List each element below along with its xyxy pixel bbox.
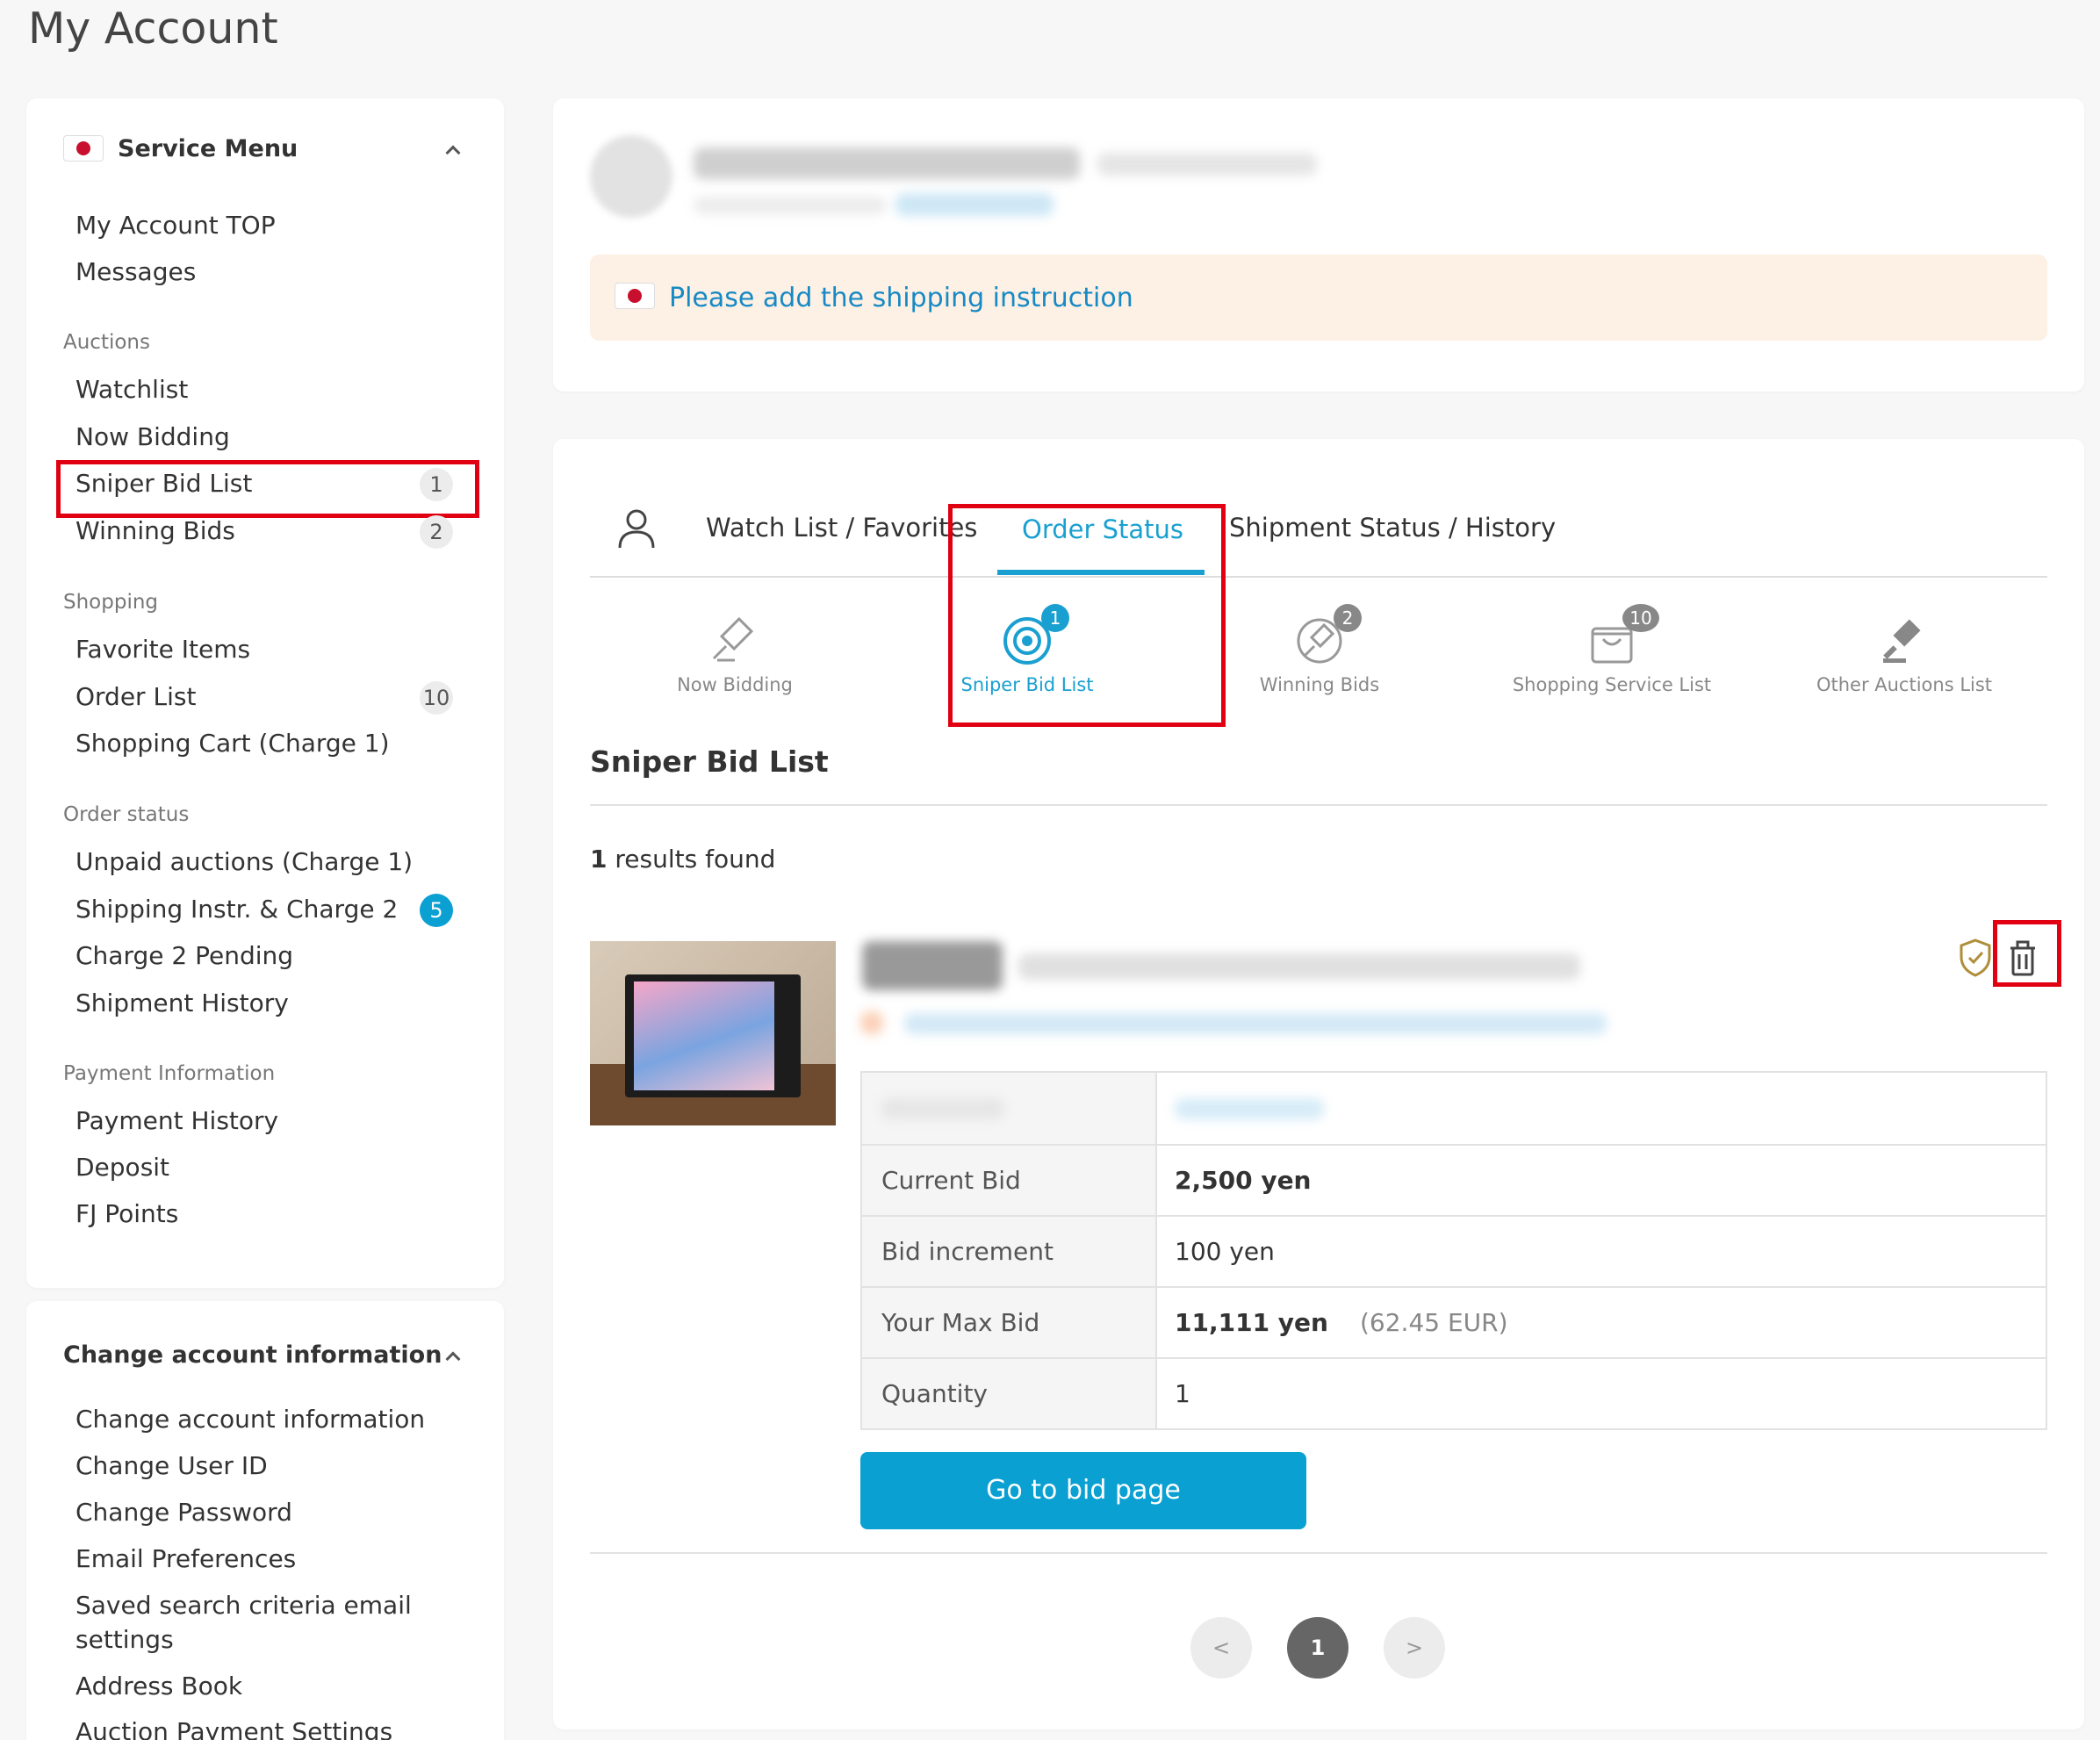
subtab-now-bidding[interactable]: Now Bidding [603, 615, 867, 695]
order-list-count-badge: 10 [420, 681, 453, 715]
shipping-instr-count-badge: 5 [420, 894, 453, 927]
table-row [862, 1073, 2046, 1144]
sidebar-item-winning-bids[interactable]: Winning Bids [76, 516, 235, 545]
gavel-icon [712, 616, 754, 662]
table-row: Your Max Bid 11,111 yen (62.45 EUR) [862, 1286, 2046, 1357]
section-divider [590, 804, 2047, 806]
sidebar-category-payment: Payment Information [63, 1062, 276, 1085]
subtab-count-badge: 10 [1622, 604, 1659, 632]
sidebar-item-fj-points[interactable]: FJ Points [76, 1199, 178, 1228]
subtab-label: Now Bidding [677, 674, 793, 695]
notice-text[interactable]: Please add the shipping instruction [669, 283, 1133, 313]
blurred-item-badge [862, 941, 1003, 990]
pagination-page-1[interactable]: 1 [1287, 1617, 1348, 1679]
quantity-value: 1 [1175, 1379, 1190, 1408]
service-menu-title: Service Menu [118, 135, 298, 162]
table-row: Quantity 1 [862, 1357, 2046, 1428]
user-summary-panel: Please add the shipping instruction [553, 98, 2084, 392]
chevron-up-icon[interactable] [445, 1351, 461, 1367]
item-thumbnail[interactable] [590, 941, 836, 1125]
pagination-next-button[interactable]: > [1384, 1617, 1445, 1679]
results-count: 1 results found [590, 845, 776, 874]
avatar [590, 135, 672, 218]
blurred-user-name [694, 147, 1080, 179]
sidebar-item-watchlist[interactable]: Watchlist [76, 375, 188, 404]
subtab-winning-bids[interactable]: 2 Winning Bids [1188, 604, 1451, 695]
subtab-other-auctions[interactable]: Other Auctions List [1773, 615, 2036, 695]
max-bid-eur: (62.45 EUR) [1359, 1308, 1508, 1337]
sidebar-item-change-user-id[interactable]: Change User ID [76, 1451, 268, 1480]
pagination-prev-button[interactable]: < [1190, 1617, 1252, 1679]
sidebar-item-shipment-history[interactable]: Shipment History [76, 989, 289, 1017]
sidebar-item-shopping-cart[interactable]: Shopping Cart (Charge 1) [76, 729, 390, 758]
increment-value: 100 yen [1175, 1237, 1275, 1266]
sidebar-item-address-book[interactable]: Address Book [76, 1672, 242, 1700]
sidebar-item-email-preferences[interactable]: Email Preferences [76, 1544, 296, 1573]
change-account-title: Change account information [63, 1341, 442, 1369]
user-icon [618, 509, 655, 549]
sidebar-item-now-bidding[interactable]: Now Bidding [76, 422, 230, 451]
current-bid-label: Current Bid [862, 1146, 1157, 1215]
blurred-seller-icon [860, 1011, 883, 1034]
max-bid-label: Your Max Bid [862, 1288, 1157, 1357]
japan-flag-icon [63, 135, 104, 162]
bid-info-table: Current Bid 2,500 yen Bid increment 100 … [860, 1071, 2047, 1430]
blurred-auction-id [1175, 1097, 1324, 1119]
chevron-up-icon[interactable] [445, 145, 461, 161]
bottom-divider [590, 1552, 2047, 1554]
subtab-shopping-service[interactable]: 10 Shopping Service List [1480, 604, 1744, 695]
sidebar-category-auctions: Auctions [63, 331, 150, 354]
subtab-label: Other Auctions List [1816, 674, 1993, 695]
sidebar-item-saved-search-cont[interactable]: settings [76, 1625, 174, 1654]
highlight-box-sniper-sidebar [56, 460, 479, 518]
current-bid-value: 2,500 yen [1175, 1166, 1312, 1195]
blurred-label [881, 1097, 1004, 1119]
table-row: Bid increment 100 yen [862, 1215, 2046, 1286]
blurred-seller-info [904, 1013, 1607, 1034]
subtab-label: Shopping Service List [1512, 674, 1712, 695]
auction-hammer-icon [1883, 619, 1921, 663]
tab-watch-list[interactable]: Watch List / Favorites [706, 513, 977, 543]
sidebar-item-unpaid-auctions[interactable]: Unpaid auctions (Charge 1) [76, 847, 413, 876]
sidebar-item-shipping-instr[interactable]: Shipping Instr. & Charge 2 [76, 895, 398, 924]
sidebar-item-messages[interactable]: Messages [76, 257, 196, 286]
highlight-box-delete [1993, 920, 2061, 987]
blurred-member-link [895, 193, 1054, 216]
section-title: Sniper Bid List [590, 744, 829, 779]
japan-flag-icon [615, 283, 655, 309]
sidebar-item-change-password[interactable]: Change Password [76, 1498, 292, 1527]
go-to-bid-page-button[interactable]: Go to bid page [860, 1452, 1306, 1529]
subtab-count-badge: 2 [1334, 604, 1362, 632]
shipping-notice[interactable]: Please add the shipping instruction [590, 255, 2047, 341]
increment-label: Bid increment [862, 1217, 1157, 1286]
change-account-panel: Change account information Change accoun… [26, 1301, 504, 1740]
sidebar-item-my-account-top[interactable]: My Account TOP [76, 211, 276, 240]
sidebar-category-shopping: Shopping [63, 591, 159, 614]
winning-bids-count-badge: 2 [420, 515, 453, 549]
sidebar-category-order-status: Order status [63, 803, 190, 826]
subtab-label: Winning Bids [1259, 674, 1380, 695]
table-row: Current Bid 2,500 yen [862, 1144, 2046, 1215]
order-status-panel: Watch List / Favorites Order Status Ship… [553, 439, 2084, 1729]
quantity-label: Quantity [862, 1359, 1157, 1428]
highlight-box-order-status [948, 504, 1226, 727]
sidebar-item-favorite-items[interactable]: Favorite Items [76, 635, 250, 664]
tab-divider [590, 576, 2047, 578]
tab-shipment-status[interactable]: Shipment Status / History [1229, 513, 1556, 543]
shield-icon[interactable] [1958, 938, 1993, 978]
blurred-member-info [694, 197, 887, 214]
blurred-user-id [1097, 153, 1317, 176]
blurred-item-title [1018, 953, 1580, 980]
sidebar-item-charge2-pending[interactable]: Charge 2 Pending [76, 941, 293, 970]
page-title: My Account [28, 4, 278, 54]
sidebar-item-payment-history[interactable]: Payment History [76, 1106, 278, 1135]
service-menu-panel: Service Menu My Account TOP Messages Auc… [26, 98, 504, 1288]
sidebar-item-change-account-info[interactable]: Change account information [76, 1405, 425, 1434]
sidebar-item-saved-search[interactable]: Saved search criteria email [76, 1591, 412, 1620]
max-bid-value: 11,111 yen [1175, 1308, 1328, 1337]
sidebar-item-deposit[interactable]: Deposit [76, 1153, 169, 1182]
sidebar-item-order-list[interactable]: Order List [76, 682, 196, 711]
sidebar-item-auction-payment[interactable]: Auction Payment Settings [76, 1717, 392, 1740]
